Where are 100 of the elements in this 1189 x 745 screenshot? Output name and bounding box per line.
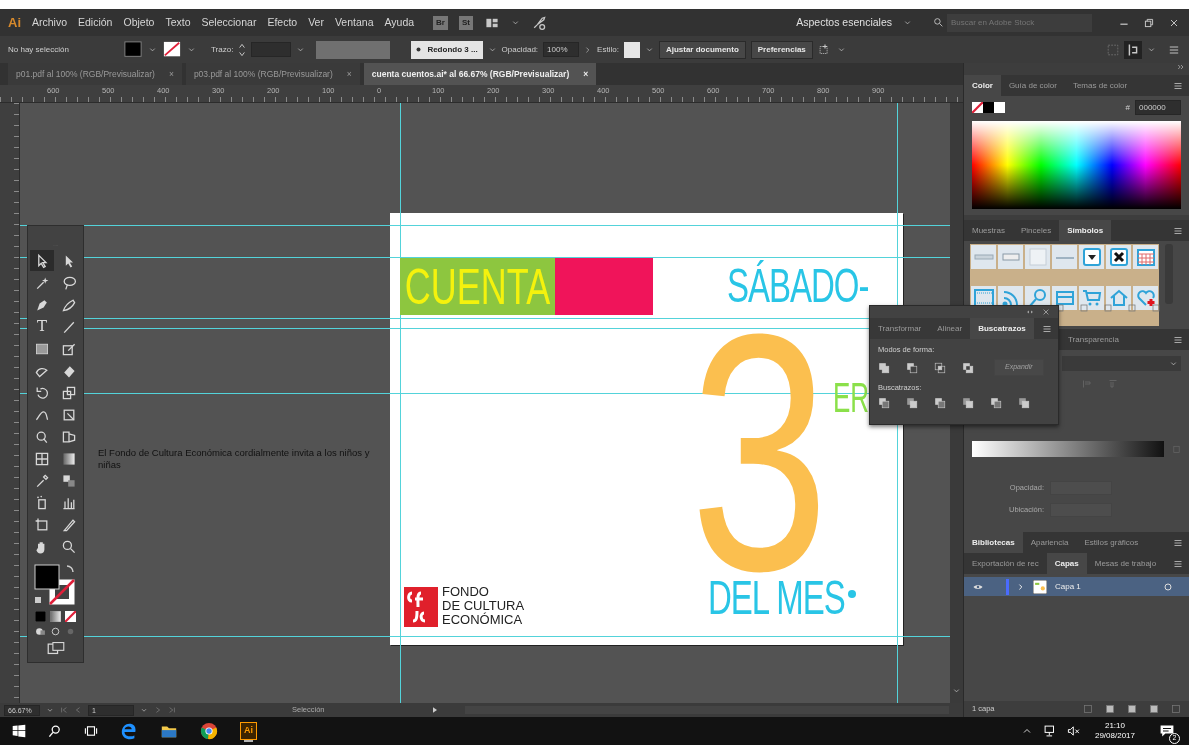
muted-speaker-icon[interactable] (1066, 724, 1081, 738)
document-tab[interactable]: p01.pdf al 100% (RGB/Previsualizar) × (8, 63, 182, 85)
merge-icon[interactable] (934, 397, 946, 409)
menu-item[interactable]: Edición (78, 14, 113, 31)
panel-tab[interactable]: Estilos gráficos (1076, 532, 1147, 553)
caret-icon[interactable] (1169, 359, 1178, 368)
stroke-color-swatch[interactable] (994, 102, 1005, 113)
notifications-icon[interactable] (1159, 723, 1175, 739)
browser-icon[interactable] (120, 722, 138, 740)
menu-icon[interactable] (1167, 43, 1181, 56)
menu-item[interactable]: Texto (165, 14, 191, 31)
layer-row[interactable]: Capa 1 (964, 577, 1189, 596)
film-symbol-icon[interactable] (973, 288, 994, 308)
collapse-icon[interactable] (1026, 308, 1034, 316)
caret-icon[interactable] (903, 18, 912, 27)
hex-field[interactable]: 000000 (1135, 100, 1181, 115)
menu-item[interactable]: Ayuda (384, 14, 415, 31)
windows-logo-icon[interactable] (12, 724, 26, 738)
heart-plus-symbol-icon[interactable] (1135, 288, 1156, 308)
outline-icon[interactable] (990, 397, 1002, 409)
color-spectrum[interactable] (972, 121, 1181, 209)
style-swatch[interactable] (623, 40, 640, 59)
network-icon[interactable] (1042, 724, 1057, 738)
none-mode-icon[interactable] (65, 611, 76, 622)
close-symbol-icon[interactable] (1108, 247, 1129, 267)
trim-icon[interactable] (906, 397, 918, 409)
collapse-panels-icon[interactable] (1177, 63, 1185, 71)
panel-tab[interactable]: Bibliotecas (964, 532, 1023, 553)
stroke-swatch[interactable] (162, 40, 182, 59)
panel-tab[interactable]: Transformar (870, 318, 930, 339)
gradient-mode-icon[interactable] (50, 611, 61, 622)
rss-symbol-icon[interactable] (1000, 288, 1021, 308)
magnifier-symbol-icon[interactable] (1027, 288, 1048, 308)
menu-item[interactable]: Objeto (123, 14, 155, 31)
caret-icon[interactable] (1147, 45, 1156, 54)
caret-icon[interactable] (187, 45, 196, 54)
bridge-button[interactable]: Br (433, 15, 448, 30)
card-symbol-icon[interactable] (1054, 288, 1075, 308)
new-sublayer-icon[interactable] (1127, 704, 1137, 714)
search-icon[interactable] (48, 724, 62, 738)
caret-icon[interactable] (487, 45, 497, 54)
crop-icon[interactable] (962, 397, 974, 409)
expand-chevron-icon[interactable] (1017, 582, 1025, 591)
draw-normal-icon[interactable] (35, 626, 46, 637)
toolbar-button[interactable]: Ajustar documento (658, 40, 746, 59)
scale-icon[interactable] (61, 384, 77, 401)
divide-icon[interactable] (878, 397, 890, 409)
panel-tab[interactable]: Apariencia (1022, 532, 1077, 553)
menu-item[interactable]: Seleccionar (201, 14, 257, 31)
caret-icon[interactable] (148, 45, 157, 54)
caret-icon[interactable] (140, 706, 148, 714)
panel-tab[interactable]: Temas de color (1064, 75, 1136, 96)
type-tool[interactable]: T (30, 316, 54, 337)
task-view-icon[interactable] (84, 724, 98, 738)
intersect-icon[interactable] (934, 361, 946, 374)
panel-menu-icon[interactable] (1173, 558, 1183, 569)
close-tab-button[interactable]: × (168, 67, 174, 81)
panel-tab[interactable]: Capas (1046, 553, 1087, 574)
gradient-icon[interactable] (61, 450, 77, 467)
menu-item[interactable]: Efecto (267, 14, 298, 31)
panel-tab[interactable]: Alinear (929, 318, 971, 339)
blend-icon[interactable] (61, 472, 77, 489)
minus-back-icon[interactable] (1018, 397, 1030, 409)
mesh-icon[interactable] (34, 450, 50, 467)
caret-icon[interactable] (46, 706, 54, 714)
eyedropper-icon[interactable] (34, 472, 50, 489)
panel-tab[interactable]: Símbolos (1059, 220, 1112, 241)
close-tab-button[interactable]: × (346, 67, 352, 81)
panel-menu-icon[interactable] (1173, 334, 1183, 345)
panel-menu-icon[interactable] (1173, 80, 1183, 91)
stock-button[interactable]: St (458, 15, 473, 30)
unite-icon[interactable] (878, 361, 890, 374)
toolbar-button[interactable]: Preferencias (750, 40, 813, 59)
document-tab[interactable]: p03.pdf al 100% (RGB/Previsualizar) × (185, 63, 360, 85)
color-mode-icon[interactable] (35, 611, 46, 622)
artboard-icon[interactable] (34, 516, 50, 533)
play-icon[interactable] (430, 706, 439, 714)
close-tab-button[interactable]: × (583, 67, 589, 81)
close-icon[interactable] (1042, 308, 1050, 316)
chrome-like-icon[interactable] (200, 722, 218, 740)
caret-icon[interactable] (296, 45, 306, 54)
fill-color-swatch[interactable] (983, 102, 994, 113)
zoom-icon[interactable] (61, 538, 77, 555)
fill-swatch[interactable] (123, 40, 143, 59)
panel-tab[interactable]: Pinceles (1012, 220, 1060, 241)
caret-icon[interactable] (510, 18, 520, 27)
minus-front-icon[interactable] (906, 361, 918, 374)
illustrator-taskbar-icon[interactable]: Ai (240, 722, 257, 740)
target-circle-icon[interactable] (1163, 581, 1173, 592)
new-layer-icon[interactable] (1149, 704, 1159, 714)
menu-item[interactable]: Ventana (334, 14, 374, 31)
rotate-icon[interactable] (34, 384, 50, 401)
stepper-icon[interactable] (238, 41, 247, 58)
panel-tab[interactable]: Muestras (964, 220, 1013, 241)
panel-menu-icon[interactable] (1173, 537, 1183, 548)
panel-tab[interactable]: Color (964, 75, 1001, 96)
document-tab[interactable]: cuenta cuentos.ai* al 66.67% (RGB/Previsualizar) × (363, 63, 597, 85)
workspace-switcher[interactable]: Aspectos esenciales (796, 14, 892, 31)
align-icon[interactable] (1124, 40, 1142, 59)
panel-menu-icon[interactable] (1173, 225, 1183, 236)
